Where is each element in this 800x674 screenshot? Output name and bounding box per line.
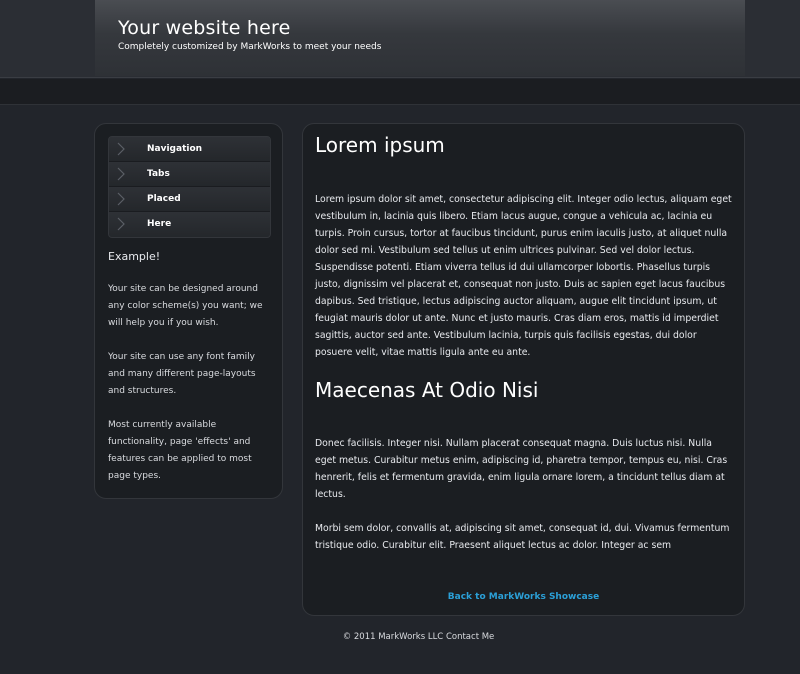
footer-copyright: © 2011 MarkWorks LLC bbox=[342, 632, 444, 642]
nav-item-label: Tabs bbox=[147, 169, 170, 179]
nav-item-label: Navigation bbox=[147, 144, 203, 154]
nav-item-tabs[interactable]: Tabs bbox=[109, 162, 270, 187]
chevron-right-icon bbox=[117, 217, 125, 231]
sidebar-heading: Example! bbox=[108, 250, 161, 263]
sidebar-paragraph: Most currently available functionality, … bbox=[108, 420, 252, 481]
section-heading: Maecenas At Odio Nisi bbox=[315, 378, 539, 402]
sidebar-nav: Navigation Tabs Placed Here bbox=[108, 136, 271, 238]
nav-item-label: Here bbox=[147, 219, 172, 229]
header bbox=[0, 0, 800, 78]
nav-item-placed[interactable]: Placed bbox=[109, 187, 270, 212]
chevron-right-icon bbox=[117, 167, 125, 181]
main-paragraph: Morbi sem dolor, convallis at, adipiscin… bbox=[315, 523, 730, 551]
nav-item-label: Placed bbox=[147, 194, 181, 204]
contact-link[interactable]: Contact Me bbox=[446, 632, 494, 642]
nav-item-navigation[interactable]: Navigation bbox=[109, 137, 270, 162]
header-band bbox=[0, 79, 800, 105]
sidebar-paragraph: Your site can be designed around any col… bbox=[108, 284, 263, 328]
sidebar-paragraph: Your site can use any font family and ma… bbox=[108, 352, 256, 396]
footer: © 2011 MarkWorks LLC Contact Me bbox=[0, 632, 800, 642]
site-subtitle: Completely customized by MarkWorks to me… bbox=[118, 42, 382, 52]
site-title: Your website here bbox=[118, 17, 291, 39]
chevron-right-icon bbox=[117, 192, 125, 206]
nav-item-here[interactable]: Here bbox=[109, 212, 270, 237]
main-heading: Lorem ipsum bbox=[315, 133, 445, 157]
back-to-showcase-link[interactable]: Back to MarkWorks Showcase bbox=[302, 592, 745, 602]
main-paragraph: Lorem ipsum dolor sit amet, consectetur … bbox=[315, 194, 732, 358]
main-paragraph: Donec facilisis. Integer nisi. Nullam pl… bbox=[315, 438, 728, 500]
chevron-right-icon bbox=[117, 142, 125, 156]
